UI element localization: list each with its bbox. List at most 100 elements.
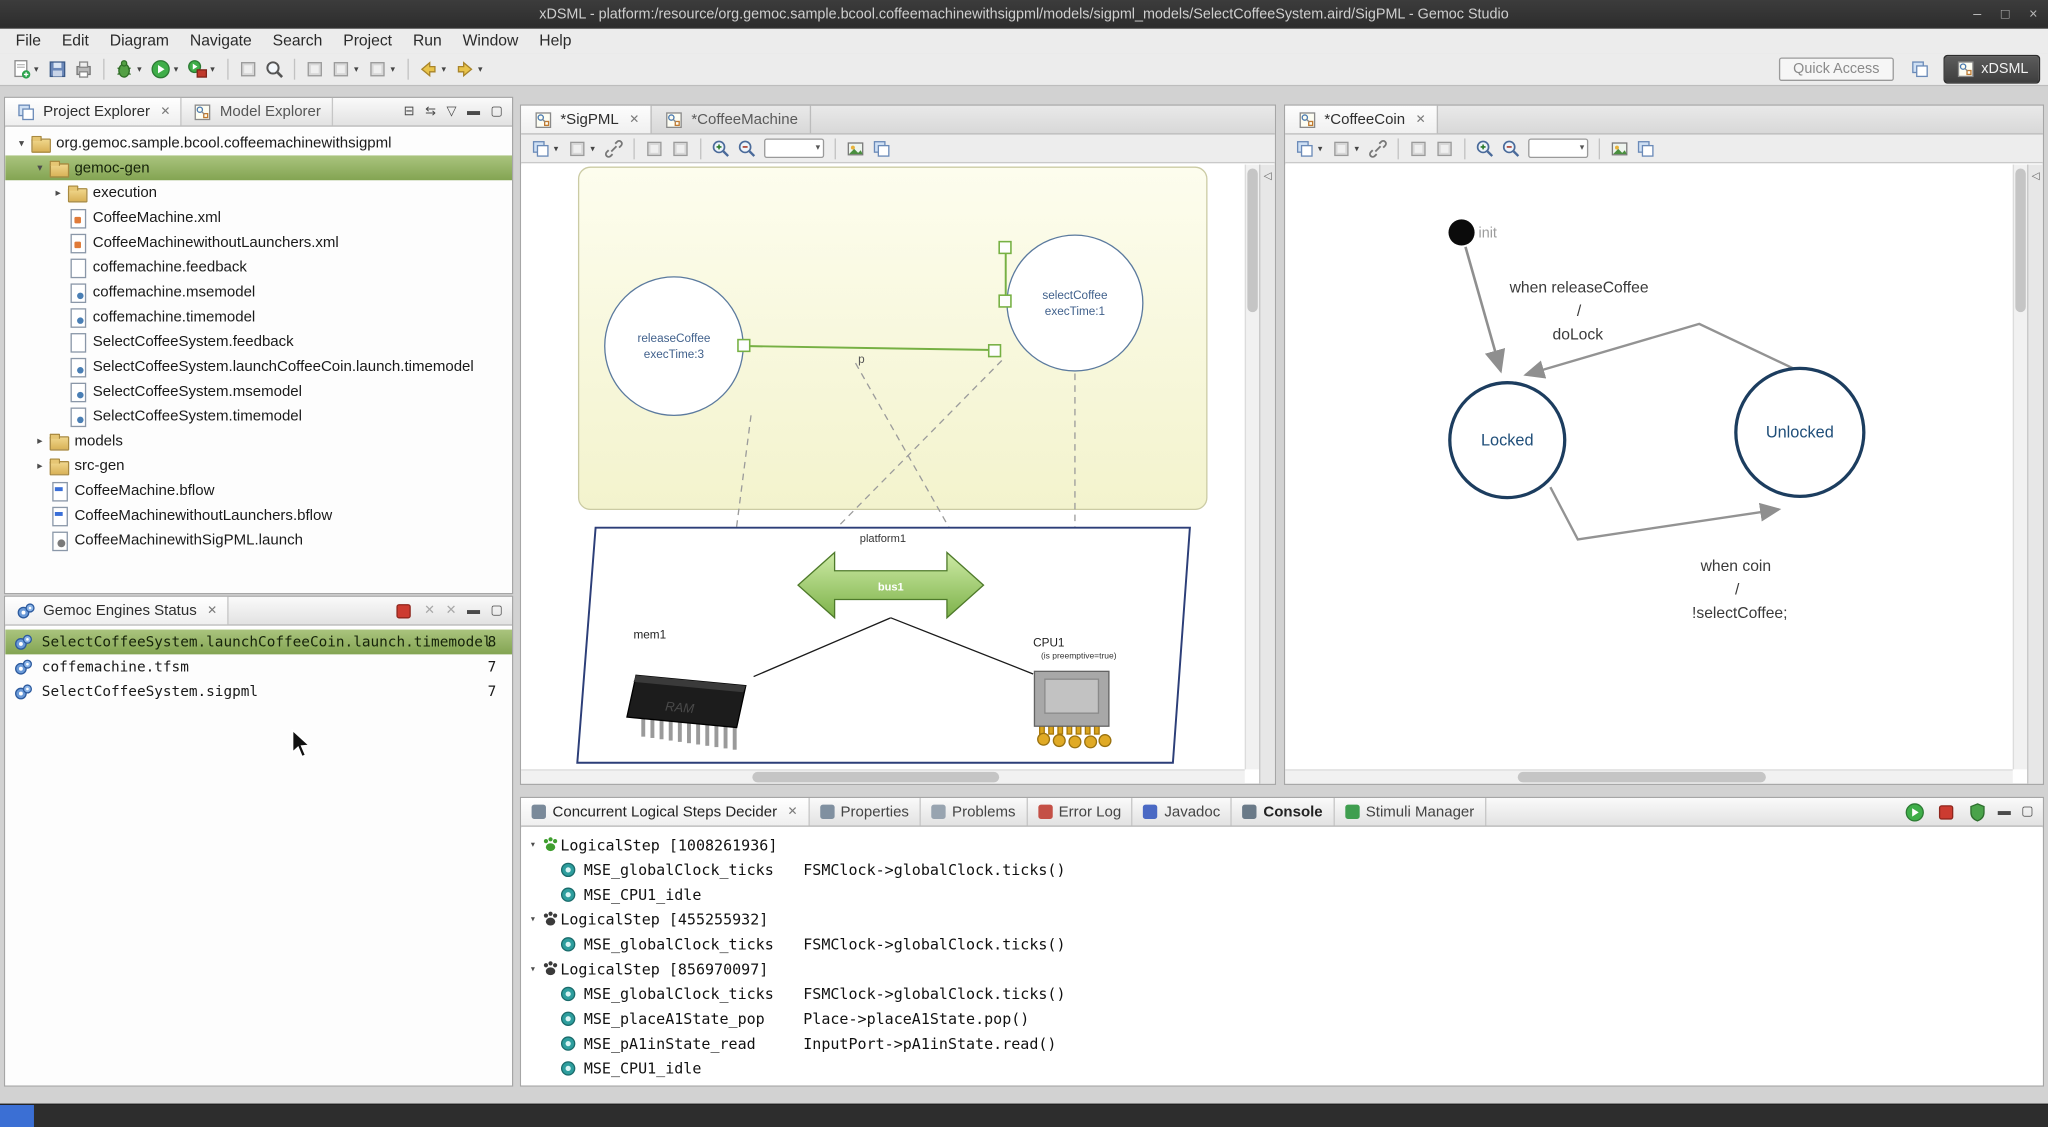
menu-edit[interactable]: Edit (51, 29, 99, 54)
filters-dropdown[interactable]: ▾ (590, 143, 600, 153)
horizontal-scrollbar[interactable] (1285, 769, 2013, 783)
filters-icon[interactable] (564, 135, 590, 161)
tree-item-selectcoffeesystem-launchcoffeecoin-launch-timemodel[interactable]: SelectCoffeeSystem.launchCoffeeCoin.laun… (5, 354, 512, 379)
tree-item-coffemachine-timemodel[interactable]: coffemachine.timemodel (5, 304, 512, 329)
minimize-view-icon[interactable]: ▬ (467, 603, 480, 617)
menu-file[interactable]: File (5, 29, 51, 54)
scrollbar-thumb[interactable] (753, 772, 999, 782)
run-dropdown[interactable]: ▾ (174, 64, 184, 74)
collapse-all-icon[interactable]: ⊟ (404, 104, 415, 118)
dispose-engine-icon[interactable]: ✕ (424, 603, 435, 617)
distribute-icon[interactable] (1432, 135, 1458, 161)
palette-toggle[interactable]: ◁ (1259, 165, 1275, 784)
arrange-icon[interactable] (1292, 135, 1318, 161)
tree-item-selectcoffeesystem-feedback[interactable]: SelectCoffeeSystem.feedback (5, 329, 512, 354)
run-icon[interactable] (148, 56, 174, 82)
tab-stimuli-manager[interactable]: Stimuli Manager (1334, 798, 1486, 825)
expander-icon[interactable]: ▸ (50, 187, 67, 199)
mse-row-mse-pa1instate-read[interactable]: MSE_pA1inState_readInputPort->pA1inState… (521, 1031, 2043, 1056)
mse-row-mse-globalclock-ticks[interactable]: MSE_globalClock_ticksFSMClock->globalClo… (521, 857, 2043, 882)
next-annotation-icon[interactable] (364, 56, 390, 82)
tab-console[interactable]: Console (1232, 798, 1334, 825)
minimize-view-icon[interactable]: ▬ (467, 104, 480, 118)
menu-search[interactable]: Search (262, 29, 333, 54)
view-menu-icon[interactable]: ▽ (446, 104, 456, 118)
link-with-editor-icon[interactable] (601, 135, 627, 161)
expander-icon[interactable]: ▾ (13, 137, 30, 149)
zoom-in-icon[interactable] (708, 135, 734, 161)
tree-item-execution[interactable]: ▸execution (5, 180, 512, 205)
grid-icon[interactable] (869, 135, 895, 161)
new-model-icon[interactable] (302, 56, 328, 82)
new-wizard-icon[interactable] (8, 56, 34, 82)
new-wizard-dropdown[interactable]: ▾ (34, 64, 44, 74)
window-maximize-button[interactable]: □ (2001, 7, 2010, 23)
vertical-scrollbar[interactable] (2013, 165, 2027, 770)
tab-gemoc-engines-status[interactable]: Gemoc Engines Status ✕ (5, 597, 229, 624)
tab-javadoc[interactable]: Javadoc (1133, 798, 1232, 825)
export-image-icon[interactable] (842, 135, 868, 161)
tree-item-models[interactable]: ▸models (5, 428, 512, 453)
tab-properties[interactable]: Properties (809, 798, 921, 825)
initial-transition[interactable] (1465, 247, 1500, 371)
tree-item-coffeemachinewithoutlaunchers-xml[interactable]: CoffeeMachinewithoutLaunchers.xml (5, 230, 512, 255)
expander-icon[interactable]: ▸ (31, 435, 48, 447)
logical-step-logicalstep-856970097[interactable]: ▾LogicalStep [856970097] (521, 956, 2043, 981)
grid-icon[interactable] (1633, 135, 1659, 161)
open-perspective-icon[interactable] (1907, 56, 1933, 82)
run-decider-icon[interactable] (1904, 801, 1925, 822)
external-tools-icon[interactable] (184, 56, 210, 82)
mse-row-mse-cpu1-idle[interactable]: MSE_CPU1_idle (521, 1055, 2043, 1080)
previous-annotation-icon[interactable] (328, 56, 354, 82)
scrollbar-thumb[interactable] (1518, 772, 1765, 782)
align-icon[interactable] (641, 135, 667, 161)
engine-row-selectcoffeesystem-launchcoffeecoin-launch-timemodel[interactable]: SelectCoffeeSystem.launchCoffeeCoin.laun… (5, 630, 512, 655)
scrollbar-thumb[interactable] (1247, 168, 1257, 312)
forward-dropdown[interactable]: ▾ (478, 64, 488, 74)
arrange-icon[interactable] (528, 135, 554, 161)
decider-mode-icon[interactable] (1966, 801, 1987, 822)
tab-project-explorer[interactable]: Project Explorer ✕ (5, 98, 182, 125)
zoom-level-combo[interactable]: ▾ (764, 138, 824, 158)
close-icon[interactable]: ✕ (629, 112, 639, 126)
minimize-view-icon[interactable]: ▬ (1998, 805, 2011, 819)
menu-navigate[interactable]: Navigate (179, 29, 262, 54)
zoom-out-icon[interactable] (734, 135, 760, 161)
filters-icon[interactable] (1328, 135, 1354, 161)
mse-row-mse-cpu1-idle[interactable]: MSE_CPU1_idle (521, 882, 2043, 907)
expander-icon[interactable]: ▾ (525, 839, 541, 851)
menu-window[interactable]: Window (452, 29, 529, 54)
tree-item-gemoc-gen[interactable]: ▾gemoc-gen (5, 155, 512, 180)
forward-icon[interactable] (452, 56, 478, 82)
debug-dropdown[interactable]: ▾ (137, 64, 147, 74)
arrange-dropdown[interactable]: ▾ (1318, 143, 1328, 153)
stop-decider-icon[interactable] (1935, 801, 1956, 822)
back-icon[interactable] (415, 56, 441, 82)
tree-item-coffeemachinewithsigpml-launch[interactable]: CoffeeMachinewithSigPML.launch (5, 528, 512, 553)
scrollbar-thumb[interactable] (2015, 168, 2025, 312)
tree-item-coffeemachine-xml[interactable]: CoffeeMachine.xml (5, 205, 512, 230)
menu-project[interactable]: Project (333, 29, 403, 54)
filters-dropdown[interactable]: ▾ (1354, 143, 1364, 153)
application-releaseCoffee[interactable] (605, 277, 743, 415)
close-icon[interactable]: ✕ (1416, 112, 1426, 126)
align-icon[interactable] (1405, 135, 1431, 161)
application-selectCoffee[interactable] (1007, 235, 1143, 371)
tab-concurrent-logical-steps-decider[interactable]: Concurrent Logical Steps Decider✕ (521, 798, 809, 825)
next-annotation-dropdown[interactable]: ▾ (391, 64, 401, 74)
stop-engine-icon[interactable] (393, 600, 414, 621)
export-image-icon[interactable] (1607, 135, 1633, 161)
coverage-icon[interactable] (235, 56, 261, 82)
tab-coffeemachine[interactable]: *CoffeeMachine (652, 106, 811, 133)
tab-coffeecoin[interactable]: *CoffeeCoin ✕ (1285, 106, 1438, 133)
window-close-button[interactable]: × (2029, 7, 2037, 23)
tree-item-src-gen[interactable]: ▸src-gen (5, 453, 512, 478)
tab-problems[interactable]: Problems (921, 798, 1028, 825)
close-icon[interactable]: ✕ (207, 603, 217, 617)
tree-item-selectcoffeesystem-msemodel[interactable]: SelectCoffeeSystem.msemodel (5, 379, 512, 404)
logical-step-logicalstep-1008261936[interactable]: ▾LogicalStep [1008261936] (521, 832, 2043, 857)
tree-item-org-gemoc-sample-bcool-coffeemachinewithsigpml[interactable]: ▾org.gemoc.sample.bcool.coffeemachinewit… (5, 131, 512, 156)
maximize-view-icon[interactable]: ▢ (491, 104, 503, 118)
tree-item-selectcoffeesystem-timemodel[interactable]: SelectCoffeeSystem.timemodel (5, 404, 512, 429)
mse-row-mse-globalclock-ticks[interactable]: MSE_globalClock_ticksFSMClock->globalClo… (521, 981, 2043, 1006)
